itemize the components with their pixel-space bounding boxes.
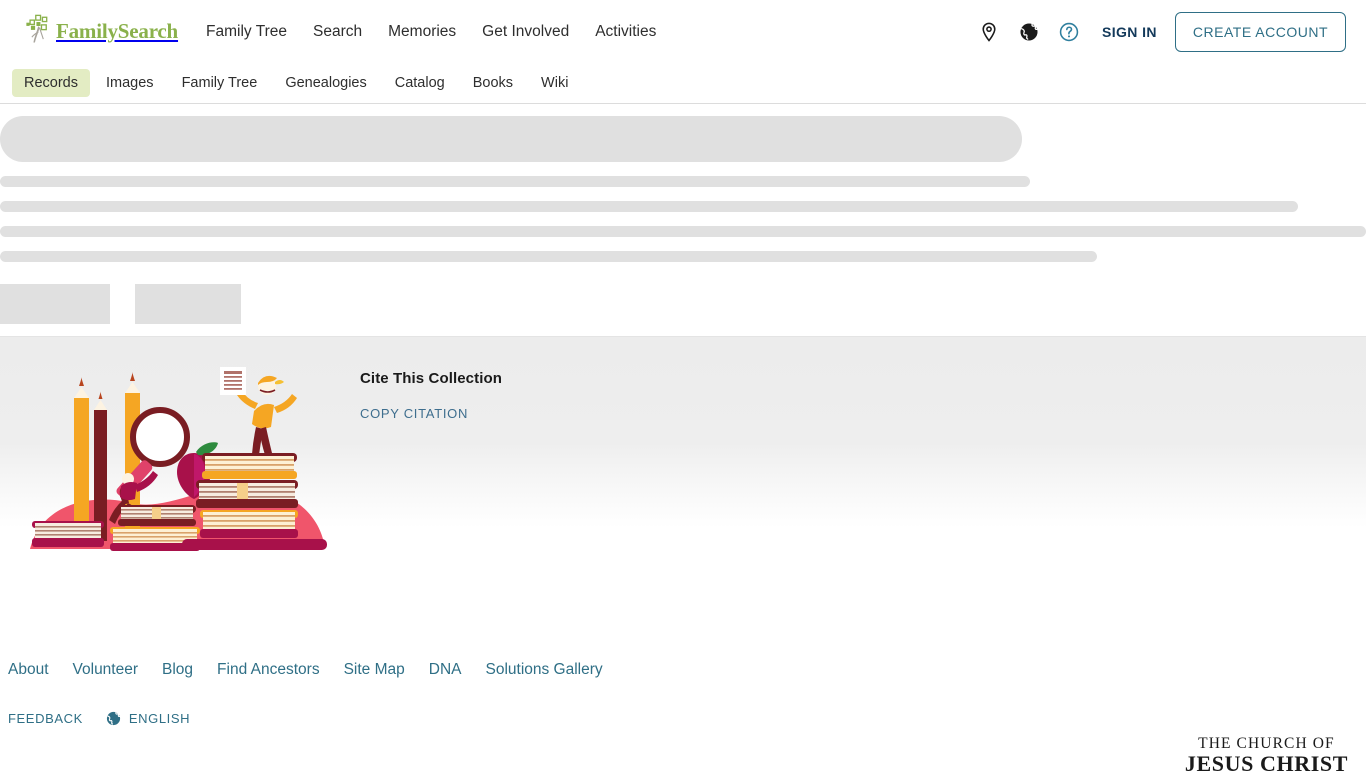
footer-link-find-ancestors[interactable]: Find Ancestors bbox=[217, 661, 320, 679]
feedback-link[interactable]: FEEDBACK bbox=[8, 711, 83, 726]
footer-utility-row: FEEDBACK ENGLISH bbox=[8, 710, 190, 727]
nav-item-memories[interactable]: Memories bbox=[388, 23, 456, 41]
skeleton-button-1 bbox=[0, 284, 110, 324]
footer-link-about[interactable]: About bbox=[8, 661, 49, 679]
books-and-research-illustration bbox=[22, 353, 332, 563]
cite-title: Cite This Collection bbox=[360, 370, 502, 387]
copy-citation-link[interactable]: COPY CITATION bbox=[360, 406, 468, 421]
sign-in-link[interactable]: SIGN IN bbox=[1102, 24, 1157, 40]
tab-genealogies[interactable]: Genealogies bbox=[273, 69, 378, 97]
nav-item-activities[interactable]: Activities bbox=[595, 23, 656, 41]
footer-link-row: About Volunteer Blog Find Ancestors Site… bbox=[8, 661, 603, 679]
globe-icon[interactable] bbox=[1018, 21, 1040, 43]
nav-item-get-involved[interactable]: Get Involved bbox=[482, 23, 569, 41]
cite-collection-panel: Cite This Collection COPY CITATION bbox=[0, 336, 1366, 528]
skeleton-line-2 bbox=[0, 201, 1298, 212]
church-logo: THE CHURCH OF JESUS CHRIST bbox=[1185, 736, 1348, 776]
church-logo-line-2: JESUS CHRIST bbox=[1185, 752, 1348, 776]
nav-item-search[interactable]: Search bbox=[313, 23, 362, 41]
skeleton-button-2 bbox=[135, 284, 241, 324]
secondary-navigation: Records Images Family Tree Genealogies C… bbox=[0, 63, 1366, 104]
church-logo-line-1: THE CHURCH OF bbox=[1185, 736, 1348, 753]
tab-wiki[interactable]: Wiki bbox=[529, 69, 580, 97]
brand-name: FamilySearch bbox=[56, 19, 178, 44]
tab-records[interactable]: Records bbox=[12, 69, 90, 97]
skeleton-buttons-row bbox=[0, 284, 1366, 324]
primary-navigation: Family Tree Search Memories Get Involved… bbox=[206, 23, 656, 41]
language-label[interactable]: ENGLISH bbox=[129, 711, 190, 726]
tab-images[interactable]: Images bbox=[94, 69, 166, 97]
skeleton-line-3 bbox=[0, 226, 1366, 237]
familysearch-logo[interactable]: FamilySearch bbox=[22, 12, 178, 52]
nav-item-family-tree[interactable]: Family Tree bbox=[206, 23, 287, 41]
language-selector[interactable]: ENGLISH bbox=[105, 710, 190, 727]
footer-link-volunteer[interactable]: Volunteer bbox=[73, 661, 139, 679]
loading-skeleton bbox=[0, 116, 1366, 324]
globe-icon bbox=[105, 710, 122, 727]
footer-link-blog[interactable]: Blog bbox=[162, 661, 193, 679]
footer-link-dna[interactable]: DNA bbox=[429, 661, 462, 679]
footer-link-site-map[interactable]: Site Map bbox=[344, 661, 405, 679]
footer-link-solutions-gallery[interactable]: Solutions Gallery bbox=[485, 661, 602, 679]
header-actions: SIGN IN CREATE ACCOUNT bbox=[978, 12, 1346, 52]
family-tree-logo-icon bbox=[22, 13, 60, 51]
tab-books[interactable]: Books bbox=[461, 69, 525, 97]
map-pin-icon[interactable] bbox=[978, 21, 1000, 43]
skeleton-line-4 bbox=[0, 251, 1097, 262]
site-footer: About Volunteer Blog Find Ancestors Site… bbox=[0, 648, 1366, 768]
skeleton-line-1 bbox=[0, 176, 1030, 187]
help-circle-icon[interactable] bbox=[1058, 21, 1080, 43]
create-account-button[interactable]: CREATE ACCOUNT bbox=[1175, 12, 1346, 52]
site-header: FamilySearch Family Tree Search Memories… bbox=[0, 0, 1366, 63]
skeleton-hero-block bbox=[0, 116, 1022, 162]
tab-catalog[interactable]: Catalog bbox=[383, 69, 457, 97]
tab-family-tree[interactable]: Family Tree bbox=[170, 69, 270, 97]
cite-content: Cite This Collection COPY CITATION bbox=[360, 370, 502, 423]
